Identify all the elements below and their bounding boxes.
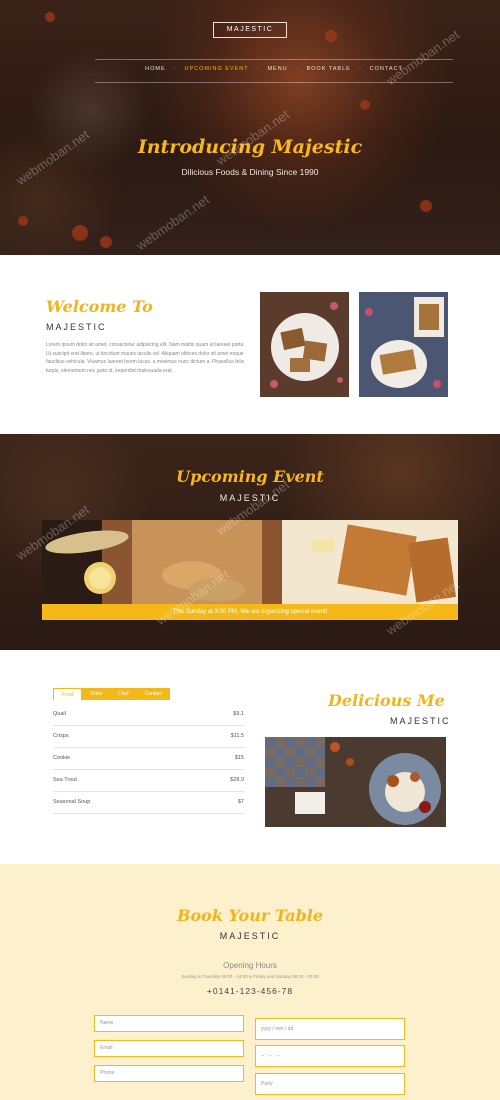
menu-item-price: $11.5 — [230, 733, 244, 739]
event-image — [42, 520, 458, 604]
menu-item-name: Cookie — [53, 755, 71, 761]
nav-item-upcoming-event[interactable]: UPCOMING EVENT — [184, 66, 248, 72]
tab-chef[interactable]: Chef — [110, 688, 137, 700]
tab-food[interactable]: Food — [53, 688, 83, 700]
phone-number: +0141-123-456-78 — [206, 986, 294, 996]
nav-item-home[interactable]: HOME — [145, 66, 166, 72]
email-field[interactable]: Email — [94, 1040, 244, 1057]
hero-title: Introducing Majestic — [137, 136, 363, 158]
menu-item-name: Sea Trout — [53, 777, 77, 783]
event-subtitle: MAJESTIC — [219, 493, 281, 503]
event-banner: This Sunday at 3:00 PM, We are organizin… — [42, 604, 458, 620]
menu-list: Quail $9.1 Crisps $11.5 Cookie $15 Sea T… — [53, 704, 244, 814]
nav-item-contact[interactable]: CONTACT — [370, 66, 403, 72]
party-field[interactable]: Party — [255, 1073, 405, 1095]
site-logo[interactable]: MAJESTIC — [213, 22, 287, 38]
opening-hours-text: Sunday to Tuesday 09:00 - 24:00 & Friday… — [181, 974, 319, 979]
menu-item-price: $7 — [237, 799, 244, 805]
event-title: Upcoming Event — [176, 467, 324, 486]
menu-row: Quail $9.1 — [53, 704, 244, 726]
hero-section: MAJESTIC HOME - UPCOMING EVENT - MENU - … — [0, 0, 500, 255]
menu-row: Crisps $11.5 — [53, 726, 244, 748]
booking-section — [0, 864, 500, 1100]
opening-hours-label: Opening Hours — [223, 961, 277, 970]
menu-title: Delicious Menu — [328, 691, 446, 710]
menu-row: Sea Trout $28.9 — [53, 770, 244, 792]
name-field[interactable]: Name — [94, 1015, 244, 1032]
tab-drink[interactable]: Drink — [82, 688, 111, 700]
menu-row: Seasonal Soup $7 — [53, 792, 244, 814]
menu-item-name: Crisps — [53, 733, 69, 739]
welcome-photo-1 — [260, 292, 349, 397]
welcome-subtitle: MAJESTIC — [46, 322, 107, 332]
menu-item-price: $15 — [234, 755, 244, 761]
menu-subtitle: MAJESTIC — [390, 716, 451, 726]
booking-title: Book Your Table — [176, 906, 324, 925]
menu-item-name: Seasonal Soup — [53, 799, 91, 805]
menu-row: Cookie $15 — [53, 748, 244, 770]
hero-subtitle: Dilicious Foods & Dining Since 1990 — [181, 167, 319, 177]
date-field[interactable]: yyyy / mm / dd — [255, 1018, 405, 1040]
nav-item-menu[interactable]: MENU — [267, 66, 287, 72]
welcome-text: Lorem ipsum dolor sit amet, consectetur … — [46, 342, 245, 374]
menu-item-name: Quail — [53, 711, 66, 717]
time-field[interactable]: -- : -- : -- — [255, 1045, 405, 1067]
menu-image — [265, 737, 446, 827]
menu-item-price: $9.1 — [233, 711, 244, 717]
booking-subtitle: MAJESTIC — [219, 931, 281, 941]
menu-item-price: $28.9 — [230, 777, 244, 783]
menu-tabs: Food Drink Chef Contact — [53, 688, 170, 700]
tab-contact[interactable]: Contact — [136, 688, 170, 700]
nav-item-book-table[interactable]: BOOK TABLE — [306, 66, 350, 72]
main-nav: HOME - UPCOMING EVENT - MENU - BOOK TABL… — [145, 66, 403, 72]
phone-field[interactable]: Phone — [94, 1065, 244, 1082]
welcome-title: Welcome To — [46, 297, 153, 316]
welcome-photo-2 — [359, 292, 448, 397]
